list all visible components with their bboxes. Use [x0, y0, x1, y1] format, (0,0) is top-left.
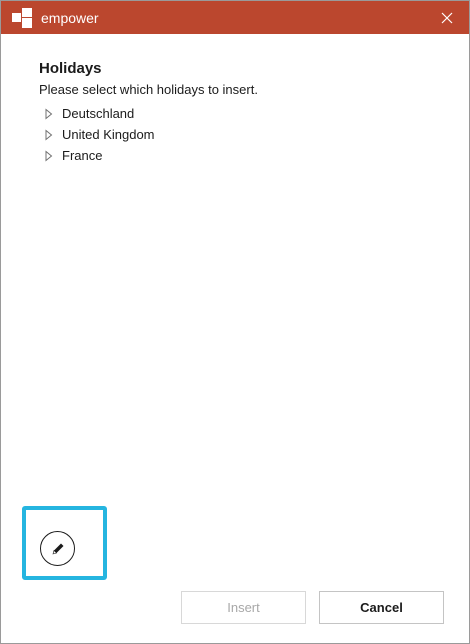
- instruction-text: Please select which holidays to insert.: [39, 82, 258, 97]
- expand-arrow-icon[interactable]: [43, 149, 55, 162]
- close-button[interactable]: [425, 1, 469, 34]
- page-title: Holidays: [39, 60, 102, 77]
- pencil-icon: [52, 543, 63, 554]
- title-bar: empower: [1, 1, 469, 34]
- expand-arrow-icon[interactable]: [43, 128, 55, 141]
- holidays-dialog: empower Holidays Please select which hol…: [0, 0, 470, 644]
- expand-arrow-icon[interactable]: [43, 107, 55, 120]
- empower-logo-icon: [12, 8, 32, 28]
- close-icon: [441, 12, 453, 23]
- cancel-button[interactable]: Cancel: [319, 591, 444, 624]
- holiday-country-tree: Deutschland United Kingdom France: [39, 103, 449, 166]
- window-title: empower: [41, 10, 99, 26]
- tree-item-label: Deutschland: [62, 106, 135, 121]
- tree-item-deutschland[interactable]: Deutschland: [39, 103, 449, 124]
- dialog-content: Holidays Please select which holidays to…: [39, 59, 449, 182]
- edit-button[interactable]: [40, 531, 75, 566]
- tree-item-label: France: [62, 148, 103, 163]
- tree-item-united-kingdom[interactable]: United Kingdom: [39, 124, 449, 145]
- insert-button[interactable]: Insert: [181, 591, 306, 624]
- tree-item-label: United Kingdom: [62, 127, 155, 142]
- tree-item-france[interactable]: France: [39, 145, 449, 166]
